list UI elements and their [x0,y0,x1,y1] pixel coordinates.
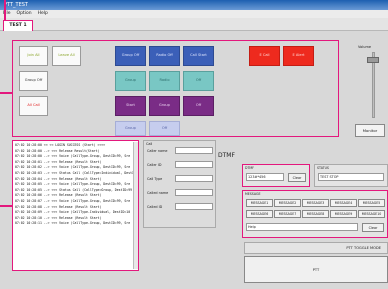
status-panel: STATUS TEST STOP [314,164,388,187]
called-name-field[interactable] [175,189,213,196]
message-button-2[interactable]: MESSAGE2 [274,199,301,207]
all-call-button[interactable]: All Call [19,96,48,116]
emergency-alert-button[interactable]: E Alert [283,46,314,66]
off-button-lavender[interactable]: Off [149,121,180,136]
group-off-button[interactable]: Group Off [19,71,48,91]
window-title: PTT_TEST [0,0,388,10]
emergency-call-button[interactable]: E Call [249,46,280,66]
message-button-4[interactable]: MESSAGE4 [330,199,357,207]
menu-help[interactable]: Help [38,10,48,18]
dtmf-clear-button[interactable]: Clear [288,173,306,182]
group-button-lavender[interactable]: Group [115,121,146,136]
dtmf-panel: DTMF 123#*456 Clear [242,164,310,187]
log-line: 07:02 10:28:00 --> <<< Voice (CallType-G… [15,154,131,159]
log-line: 07:02 10:28:09 --> <<< Voice (CallType-I… [15,210,131,215]
call-type-field[interactable] [175,175,213,182]
dtmf-title: DTMF [218,152,235,159]
leave-all-button[interactable]: Leave All [52,46,81,66]
log-line: 07:02 10:28:05 --> <<< Voice (CallType-G… [15,182,131,187]
status-field: TEST STOP [318,173,384,181]
called-id-field[interactable] [175,203,213,210]
log-line: 07:02 10:28:07 --> <<< Voice (CallType-G… [15,198,131,203]
message-button-1[interactable]: MESSAGE1 [246,199,273,207]
tab-test1[interactable]: TEST 1 [3,20,33,31]
ptt-button[interactable]: PTT [244,256,388,283]
off-button-purple[interactable]: Off [183,96,214,116]
call-info-heading: Call [146,142,153,146]
message-button-3[interactable]: MESSAGE3 [302,199,329,207]
message-clear-button[interactable]: Clear [362,223,384,232]
message-button-6[interactable]: MESSAGE6 [246,210,273,218]
message-button-10[interactable]: MESSAGE10 [358,210,385,218]
menu-option[interactable]: Option [17,10,32,18]
callout-line [0,205,12,207]
callout-line [0,92,12,94]
callout-line [4,0,6,20]
call-start-button[interactable]: Call Start [183,46,214,66]
ptt-toggle-mode-button[interactable]: PTT TOGGLE MODE [244,242,388,254]
called-name-label: Called name [147,191,169,195]
off-button-teal[interactable]: Off [183,71,214,91]
caller-id-field[interactable] [175,161,213,168]
dtmf-caption: DTMF [245,166,254,170]
message-button-9[interactable]: MESSAGE9 [330,210,357,218]
radio-off-button[interactable]: Radio Off [149,46,180,66]
call-button-panel: Join All Leave All Group Off All Call Gr… [12,40,339,137]
status-caption: STATUS [317,166,329,170]
caller-name-field[interactable] [175,147,213,154]
message-caption: MESSAGE [245,192,261,196]
caller-name-label: Caller name [147,149,168,153]
tab-strip [0,18,388,31]
group-button-purple[interactable]: Group [149,96,180,116]
called-id-label: Called ID [147,205,163,209]
group-button-teal[interactable]: Group [115,71,146,91]
radio-button-teal[interactable]: Radio [149,71,180,91]
call-info-panel: Call Caller name Caller ID Call Type Cal… [143,140,216,228]
message-button-7[interactable]: MESSAGE7 [274,210,301,218]
menu-bar: File Option Help [0,10,388,18]
call-type-label: Call Type [147,177,163,181]
message-panel: MESSAGE MESSAGE1 MESSAGE2 MESSAGE3 MESSA… [242,190,388,238]
log-line: 07:02 10:28:03 --> <<< Status Call (Call… [15,170,136,175]
monitor-button[interactable]: Monitor [355,124,385,137]
group-off-button-2[interactable]: Group Off [115,46,146,66]
event-log[interactable]: 07:02 10:28:00 << << LOGIN SUCCESS (Star… [12,140,139,271]
join-all-button[interactable]: Join All [19,46,48,66]
start-button-purple[interactable]: Start [115,96,146,116]
caller-id-label: Caller ID [147,163,162,167]
message-button-5[interactable]: MESSAGE5 [358,199,385,207]
message-input[interactable]: Help [246,223,358,231]
log-scrollbar[interactable] [133,142,138,269]
volume-label: Volume [358,45,372,49]
volume-slider-thumb[interactable] [367,56,379,63]
message-button-8[interactable]: MESSAGE8 [302,210,329,218]
log-line: 07:02 10:28:11 --> <<< Voice (CallType-G… [15,221,131,226]
dtmf-input[interactable]: 123#*456 [246,173,284,181]
